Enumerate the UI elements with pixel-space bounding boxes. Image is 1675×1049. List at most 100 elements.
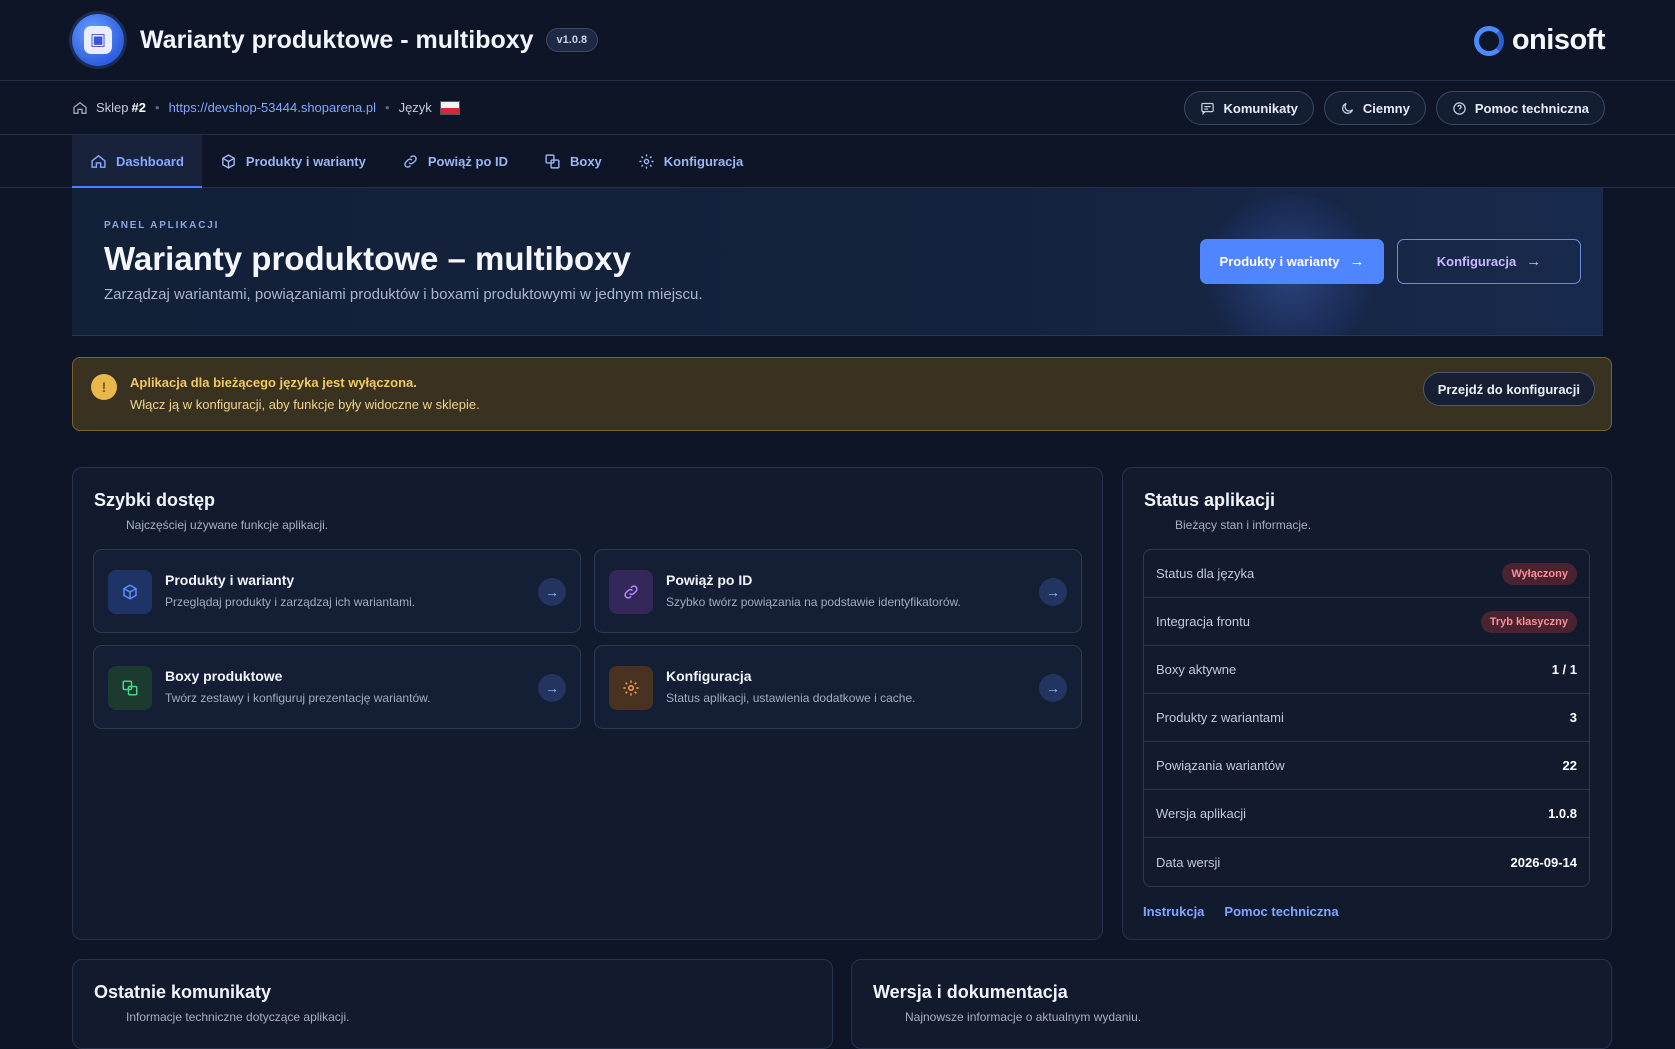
theme-toggle-button[interactable]: Ciemny [1323,91,1426,125]
quick-tile-link-by-id[interactable]: Powiąż po ID Szybko twórz powiązania na … [594,549,1082,633]
support-button-label: Pomoc techniczna [1474,100,1589,116]
shop-label: Sklep [96,100,129,115]
status-links: Instrukcja Pomoc techniczna [1143,904,1339,919]
card-title: Wersja i dokumentacja [873,982,1068,1002]
separator: • [385,100,390,115]
status-row: Data wersji 2026-09-14 [1144,838,1589,886]
status-value: 22 [1562,758,1577,773]
status-label: Wersja aplikacji [1156,806,1247,821]
page-subtitle: Zarządzaj wariantami, powiązaniami produ… [104,286,703,303]
status-label: Boxy aktywne [1156,662,1237,677]
alert-title: Aplikacja dla bieżącego języka jest wyłą… [130,375,417,390]
tile-icon-box [609,570,653,614]
recent-messages-card: Ostatnie komunikaty Informacje techniczn… [72,959,833,1049]
tab-products-variants[interactable]: Produkty i warianty [202,135,384,188]
tab-link-by-id[interactable]: Powiąż po ID [384,135,526,188]
boxes-icon [122,680,138,696]
tile-description: Twórz zestawy i konfiguruj prezentację w… [165,691,431,705]
status-value: 3 [1569,710,1577,725]
status-label: Powiązania wariantów [1156,758,1285,773]
go-to-configuration-button[interactable]: Przejdź do konfiguracji [1422,372,1595,406]
tile-title: Powiąż po ID [666,572,753,588]
status-label: Status dla języka [1156,566,1255,581]
alert-text: Włącz ją w konfiguracji, aby funkcje był… [130,397,480,412]
arrow-right-icon[interactable]: → [1039,674,1067,702]
language-label: Język [398,100,432,115]
status-table: Status dla języka Wyłączony Integracja f… [1143,549,1590,887]
quick-access-card: Szybki dostęp Najczęściej używane funkcj… [72,467,1103,940]
card-subtitle: Informacje techniczne dotyczące aplikacj… [126,1010,350,1024]
cube-icon [222,154,235,169]
home-icon [73,101,87,114]
tile-description: Szybko twórz powiązania na podstawie ide… [666,595,961,609]
tile-icon-box [108,570,152,614]
card-subtitle: Najczęściej używane funkcje aplikacji. [126,518,329,532]
tab-label: Konfiguracja [663,154,744,169]
quick-tile-product-boxes[interactable]: Boxy produktowe Twórz zestawy i konfigur… [93,645,581,729]
top-bar: ▣ Warianty produktowe - multiboxy v1.0.8… [0,0,1675,81]
version-badge: v1.0.8 [545,28,599,52]
messages-button-label: Komunikaty [1223,100,1298,116]
arrow-right-icon: → [1349,253,1365,270]
brand-ring-icon [1473,25,1504,56]
tab-configuration[interactable]: Konfiguracja [620,135,761,188]
status-badge: Wyłączony [1502,562,1577,585]
products-variants-button[interactable]: Produkty i warianty → [1200,239,1384,284]
app-title: Warianty produktowe - multiboxy [140,25,534,54]
arrow-right-icon[interactable]: → [1039,578,1067,606]
page-title: Warianty produktowe – multiboxy [104,240,631,277]
card-subtitle: Bieżący stan i informacje. [1175,518,1312,532]
status-label: Data wersji [1156,854,1221,870]
card-title: Ostatnie komunikaty [94,982,272,1002]
tile-description: Status aplikacji, ustawienia dodatkowe i… [666,691,916,705]
app-logo: ▣ [72,14,124,66]
language-disabled-alert: ! Aplikacja dla bieżącego języka jest wy… [72,357,1612,431]
gear-icon [639,154,654,169]
home-icon [91,154,106,168]
status-row: Boxy aktywne 1 / 1 [1144,646,1589,694]
quick-tile-products[interactable]: Produkty i warianty Przeglądaj produkty … [93,549,581,633]
arrow-right-icon[interactable]: → [538,578,566,606]
support-button[interactable]: Pomoc techniczna [1435,91,1605,125]
brand-name: onisoft [1511,24,1606,56]
tab-label: Dashboard [116,154,184,169]
tab-label: Powiąż po ID [427,154,508,169]
tab-boxes[interactable]: Boxy [526,135,620,188]
card-title: Szybki dostęp [94,490,216,510]
hero-panel: PANEL APLIKACJI Warianty produktowe – mu… [72,188,1603,336]
cube-icon [123,584,137,600]
tile-icon-box [108,666,152,710]
status-label: Integracja frontu [1156,614,1250,629]
button-label: Konfiguracja [1436,254,1517,269]
support-link[interactable]: Pomoc techniczna [1224,904,1338,919]
shop-number: #2 [131,100,146,115]
card-subtitle: Najnowsze informacje o aktualnym wydaniu… [905,1010,1142,1024]
instructions-link[interactable]: Instrukcja [1143,904,1204,919]
status-row: Powiązania wariantów 22 [1144,742,1589,790]
app-logo-icon: ▣ [84,26,112,54]
tab-dashboard[interactable]: Dashboard [72,135,202,189]
link-icon [404,155,417,168]
status-value: 2026-09-14 [1510,854,1578,870]
card-title: Status aplikacji [1144,490,1276,510]
status-value: 1.0.8 [1548,806,1577,821]
polish-flag-icon[interactable] [439,100,460,115]
status-row: Status dla języka Wyłączony [1144,550,1589,598]
arrow-right-icon: → [1526,253,1542,270]
shop-url-link[interactable]: https://devshop-53444.shoparena.pl [169,100,376,115]
message-icon [1201,102,1215,115]
warning-icon: ! [91,374,117,400]
help-circle-icon [1453,101,1466,115]
configuration-button[interactable]: Konfiguracja → [1397,239,1581,284]
tab-label: Boxy [570,154,602,169]
status-row: Integracja frontu Tryb klasyczny [1144,598,1589,646]
status-row: Produkty z wariantami 3 [1144,694,1589,742]
tile-title: Produkty i warianty [165,572,295,588]
app-status-card: Status aplikacji Bieżący stan i informac… [1122,467,1612,940]
main-tabs: Dashboard Produkty i warianty Powiąż po … [0,135,1675,189]
version-docs-card: Wersja i dokumentacja Najnowsze informac… [851,959,1612,1049]
arrow-right-icon[interactable]: → [538,674,566,702]
separator: • [155,100,160,115]
quick-tile-configuration[interactable]: Konfiguracja Status aplikacji, ustawieni… [594,645,1082,729]
messages-button[interactable]: Komunikaty [1184,91,1314,125]
